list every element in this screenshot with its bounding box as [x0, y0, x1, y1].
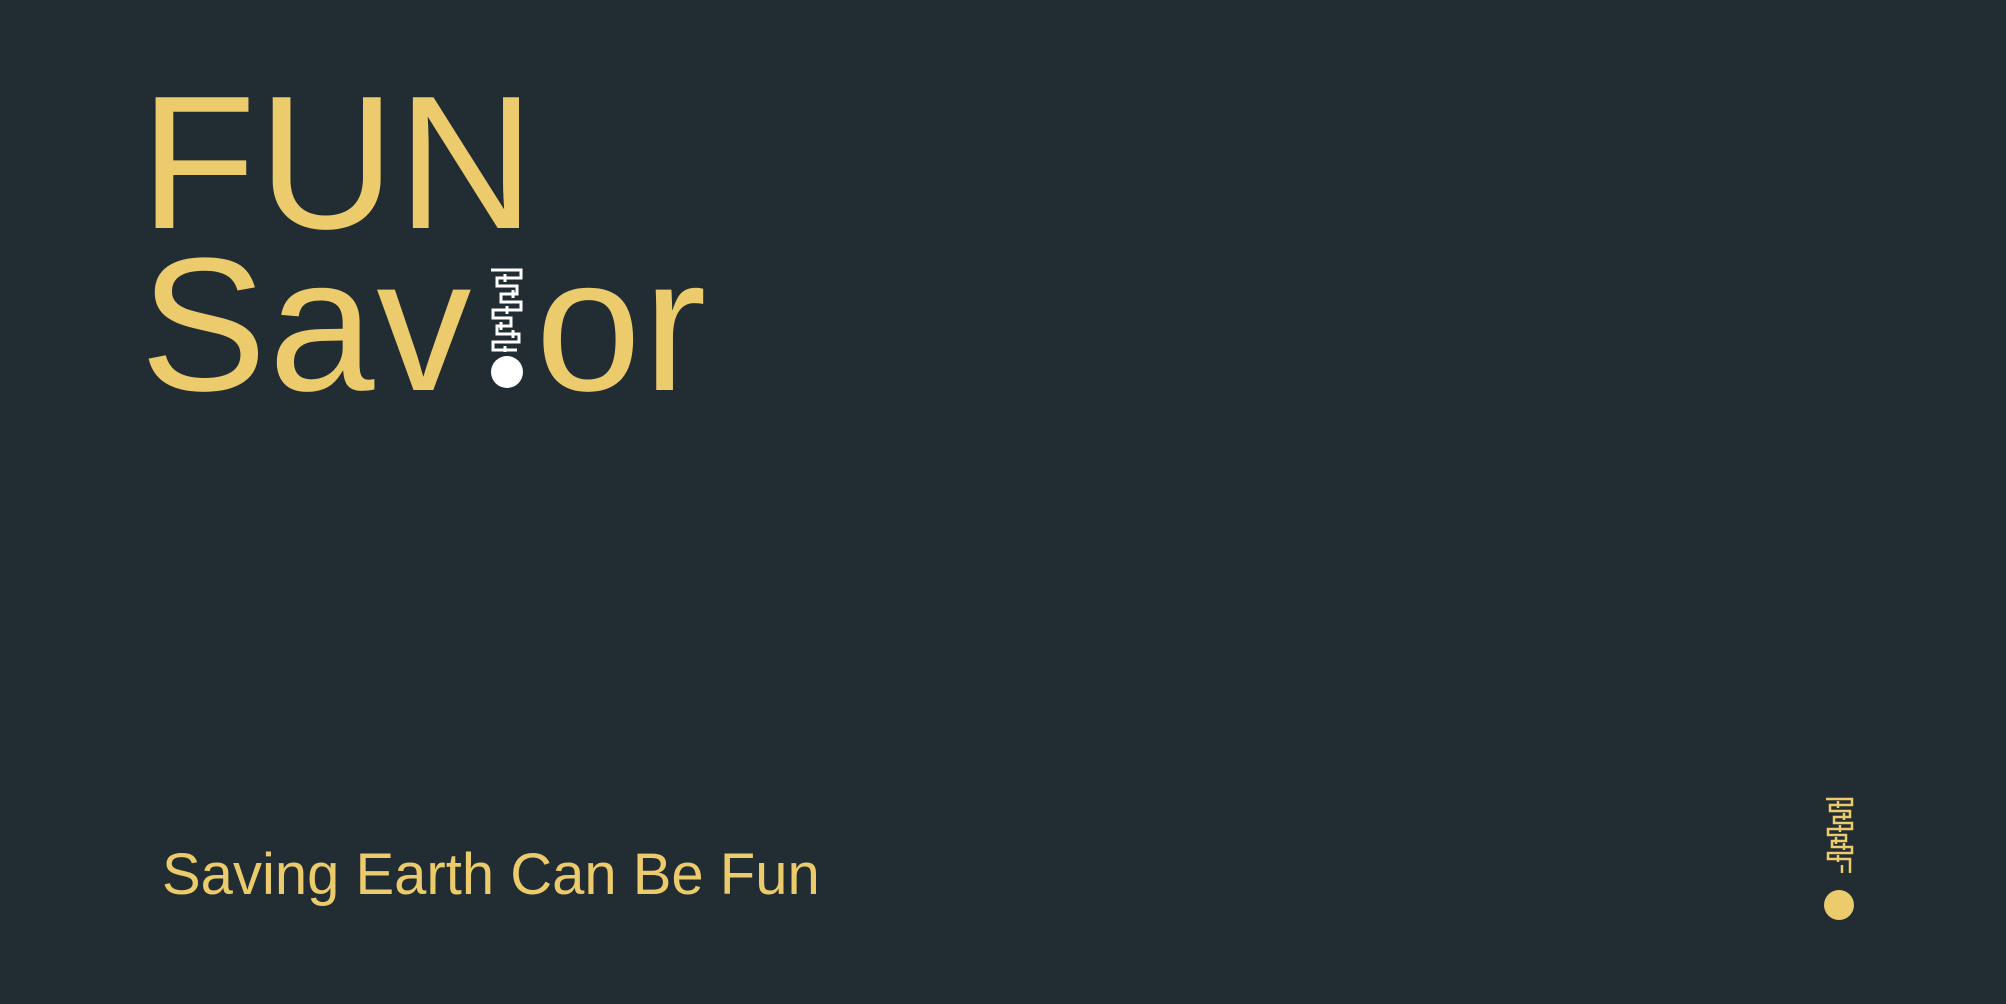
tagline: Saving Earth Can Be Fun: [162, 842, 820, 907]
title-slide: FUN Sav or Saving Earth Can Be Fun: [0, 0, 2006, 1004]
maze-exclamation-icon: [487, 230, 527, 390]
title-line-savior: Sav or: [140, 230, 708, 420]
title-savior-suffix: or: [535, 219, 709, 431]
maze-exclamation-icon: [1822, 795, 1858, 923]
title-savior-prefix: Sav: [140, 219, 474, 431]
